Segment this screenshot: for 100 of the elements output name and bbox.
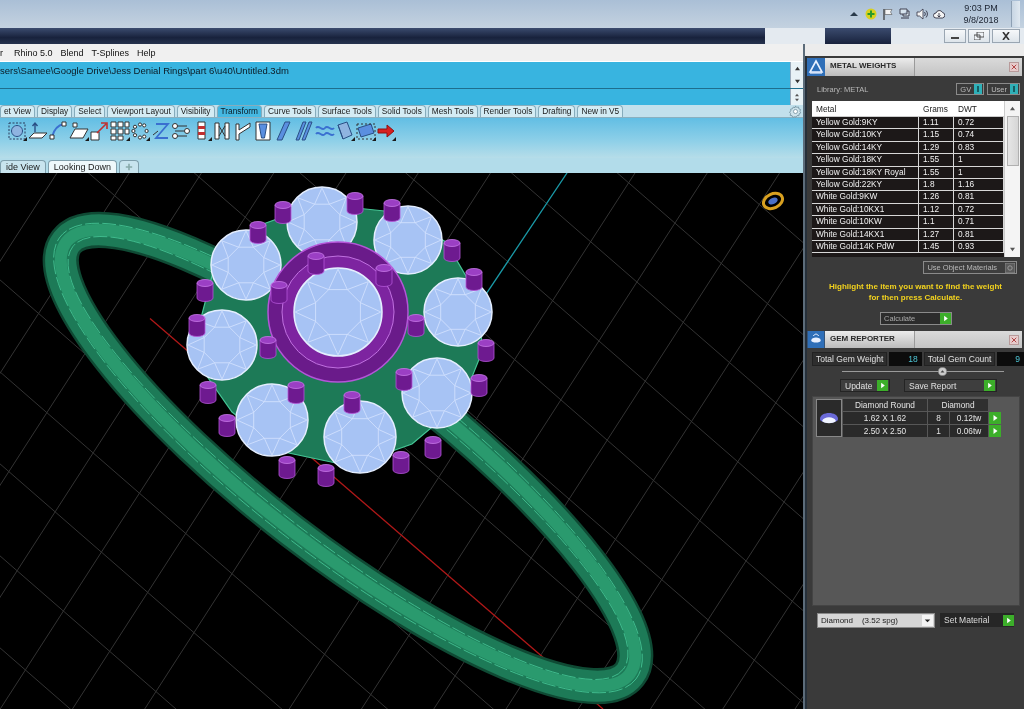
table-cell: 1.11 [919, 117, 954, 130]
play-icon [1003, 614, 1014, 626]
set-material-button[interactable]: Set Material [940, 613, 1014, 627]
split-bars-icon[interactable] [212, 121, 232, 141]
toolbar-tab[interactable]: Display [37, 105, 73, 117]
arrow-right-icon[interactable] [376, 121, 396, 141]
speaker-icon[interactable] [916, 8, 928, 20]
grid-icon[interactable] [109, 121, 130, 141]
network-monitor-icon[interactable] [899, 8, 911, 20]
play-icon [940, 313, 951, 324]
menu-item[interactable]: r [0, 47, 7, 58]
double-slash-icon[interactable] [294, 121, 314, 141]
panel-icon[interactable] [335, 121, 355, 141]
play-icon[interactable] [989, 425, 1001, 437]
play-icon [984, 380, 995, 391]
plane-pointer-icon[interactable] [27, 121, 48, 141]
table-cell: Yellow Gold:14KY [812, 141, 919, 155]
toolbar-tab[interactable]: New in V5 [577, 105, 624, 117]
restore-button[interactable] [968, 29, 990, 43]
curve-icon[interactable] [48, 121, 68, 141]
flag-icon[interactable] [882, 8, 894, 20]
ring-icon[interactable] [762, 191, 784, 211]
table-cell: 1.29 [919, 141, 954, 155]
cylinder-icon[interactable] [355, 121, 376, 141]
table-cell: 1.55 [919, 166, 954, 179]
toolbar-tab[interactable]: Mesh Tools [427, 105, 478, 117]
table-cell: 1.12 [919, 203, 954, 217]
report-button[interactable]: Save Report [904, 379, 997, 392]
table-cell: 1.55 [919, 154, 954, 167]
scrollbar[interactable] [1004, 101, 1020, 257]
toolbar-tab[interactable]: et View [0, 105, 36, 117]
toolbar-tab[interactable]: Visibility [176, 105, 215, 117]
scroll-up-icon[interactable] [1009, 106, 1016, 111]
toolbar-tab[interactable]: Solid Tools [377, 105, 426, 117]
table-cell: 8 [928, 412, 949, 424]
box-arrow-icon[interactable] [89, 121, 109, 141]
column-header[interactable]: Grams [919, 101, 954, 117]
table-cell: White Gold:10KW [812, 216, 919, 229]
menu-item[interactable]: T-Splines [87, 47, 134, 58]
scroll-up-icon[interactable] [794, 92, 800, 97]
close-icon [1001, 32, 1011, 40]
table-cell: Yellow Gold:9KY [812, 117, 919, 130]
close-icon [1011, 336, 1017, 343]
minimize-button[interactable] [944, 29, 966, 43]
play-icon [877, 380, 888, 391]
slash-icon[interactable] [273, 121, 294, 141]
table-cell: 1.27 [919, 228, 954, 241]
total-count-field: 9 [997, 352, 1024, 366]
viewport-tab[interactable]: Looking Down [47, 160, 117, 173]
column-header: Diamond Round [843, 399, 927, 411]
toolbar-tab[interactable]: Select [74, 105, 106, 117]
bend-icon[interactable] [232, 121, 253, 141]
table-cell: 2.50 X 2.50 [843, 425, 927, 437]
column-header[interactable]: Metal [812, 101, 919, 117]
dot-ring-icon[interactable] [130, 121, 150, 141]
toolbar-tab[interactable]: Viewport Layout [107, 105, 175, 117]
scrollbar-thumb[interactable] [1006, 116, 1019, 166]
table-cell: White Gold:9KW [812, 191, 919, 204]
hint-text: Highlight the item you want to find the weight for then press Calculate. [828, 281, 1003, 303]
toolbar-tab[interactable]: Drafting [538, 105, 576, 117]
splitter-handle[interactable] [937, 367, 947, 376]
close-icon [1011, 64, 1017, 70]
toolbar-tab[interactable]: Transform [216, 105, 263, 117]
total-weight-label: Total Gem Weight [812, 352, 888, 366]
parallelogram-icon[interactable] [68, 121, 89, 141]
close-button[interactable] [992, 29, 1020, 43]
column-header: Diamond [928, 399, 988, 411]
material-dropdown[interactable]: Diamond (3.52 spg) [817, 613, 935, 628]
menu-item[interactable]: Help [133, 47, 160, 58]
plus-icon [124, 163, 133, 171]
report-button[interactable]: Update [840, 379, 890, 392]
toolbar-tab[interactable]: Render Tools [479, 105, 537, 117]
viewport-tab[interactable]: ide View [0, 160, 46, 173]
restore-icon [974, 32, 984, 40]
settings-icon[interactable] [789, 104, 802, 118]
command-history-line: sers\Samee\Google Drive\Jess Denial Rings\part 6\u40\Untitled.3dm [0, 65, 290, 76]
total-weight-field: 18 [889, 352, 922, 366]
node-chain-icon[interactable] [171, 121, 191, 141]
scroll-down-icon[interactable] [1009, 247, 1016, 252]
toolbar-tab[interactable]: Surface Tools [317, 105, 376, 117]
gem-icon [816, 399, 842, 437]
play-icon[interactable] [989, 412, 1001, 424]
menu-item[interactable]: Rhino 5.0 [10, 47, 57, 58]
column-header[interactable]: DWT [954, 101, 1004, 117]
scroll-down-icon[interactable] [793, 79, 801, 84]
table-cell: Yellow Gold:22KY [812, 178, 919, 192]
cloud-icon[interactable] [933, 8, 945, 20]
toolbar-tab[interactable]: Curve Tools [264, 105, 316, 117]
scroll-up-icon[interactable] [793, 66, 801, 71]
table-cell: 1.15 [919, 129, 954, 142]
table-cell: 1.26 [919, 191, 954, 204]
table-cell: Yellow Gold:10KY [812, 129, 919, 142]
scroll-down-icon[interactable] [794, 97, 800, 102]
triangle-logo-icon [807, 58, 825, 76]
table-cell: Yellow Gold:18KY Royal [812, 166, 919, 179]
gem-tile-icon [807, 331, 825, 348]
sphere-box-icon[interactable] [7, 121, 27, 141]
menu-item[interactable]: Blend [56, 47, 88, 58]
trapezoid-icon[interactable] [253, 121, 273, 141]
total-count-label: Total Gem Count [923, 352, 996, 366]
